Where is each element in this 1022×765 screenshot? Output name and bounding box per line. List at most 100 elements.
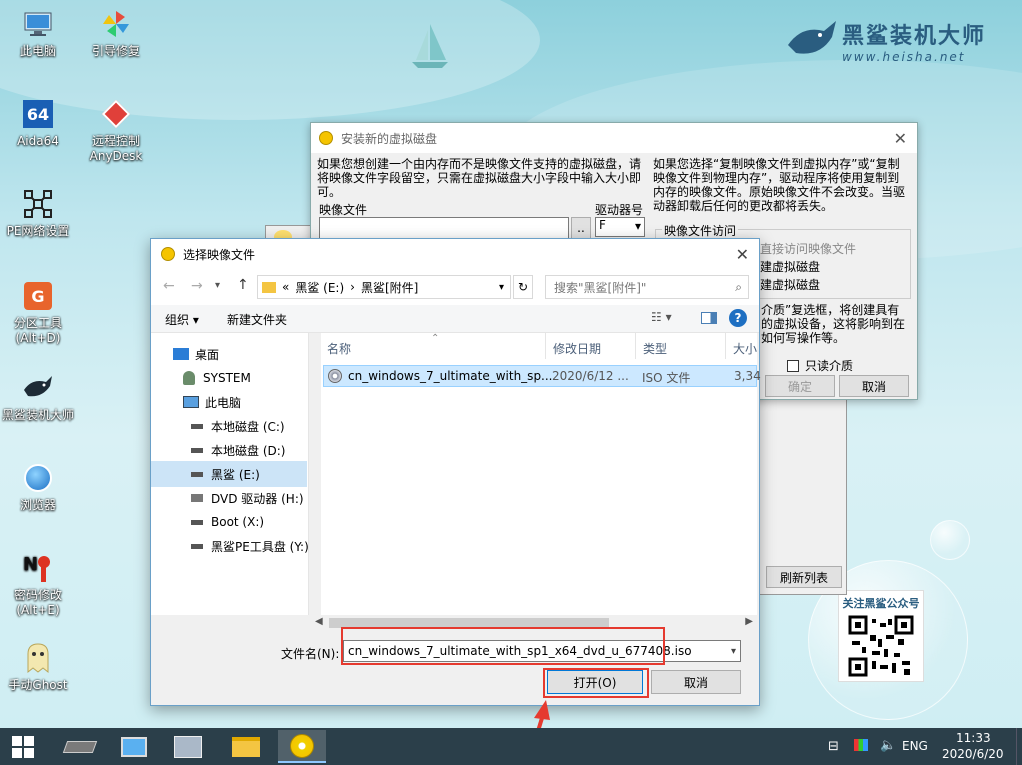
logo-title: 黑鲨装机大师 [841, 24, 986, 49]
chevron-down-icon[interactable]: ▾ [731, 646, 736, 657]
refresh-list-label: 刷新列表 [779, 570, 828, 585]
close-button[interactable]: ✕ [894, 129, 907, 148]
column-date[interactable]: 修改日期 [553, 340, 601, 357]
ok-button[interactable]: 确定 [765, 375, 835, 397]
browse-label: .. [577, 221, 585, 235]
desktop-icon-ghost[interactable]: 手动Ghost [0, 642, 76, 693]
nav-label: SYSTEM [203, 371, 251, 385]
breadcrumb[interactable]: « 黑鲨 (E:) › 黑鲨[附件] ▾ [257, 275, 511, 299]
desktop-icon-this-pc[interactable]: 此电脑 [0, 8, 76, 59]
scroll-left-icon[interactable]: ◀ [315, 616, 323, 627]
language-indicator[interactable]: ENG [902, 739, 928, 753]
desktop: 此电脑 引导修复 64 Aida64 远程控制 AnyDesk PE网络设置 G… [0, 0, 1022, 728]
browse-button[interactable]: .. [571, 217, 591, 239]
access-option-virtual[interactable]: 建虚拟磁盘 [760, 258, 820, 275]
access-option-physical[interactable]: 建虚拟磁盘 [760, 276, 820, 293]
view-options-icon[interactable]: ☷ ▾ [651, 310, 672, 324]
chevron-down-icon[interactable]: ▾ [499, 282, 504, 293]
search-input[interactable]: 搜索"黑鲨[附件]" ⌕ [545, 275, 749, 299]
table-row[interactable]: cn_windows_7_ultimate_with_sp... 2020/6/… [323, 365, 761, 387]
refresh-icon[interactable]: ↻ [513, 275, 533, 299]
desktop-icon-label: PE网络设置 [6, 224, 70, 238]
nav-item-boot-x[interactable]: Boot (X:) [191, 511, 264, 533]
close-icon[interactable]: ✕ [736, 245, 749, 264]
volume-icon[interactable]: 🔈 [880, 738, 896, 753]
cancel-button[interactable]: 取消 [839, 375, 909, 397]
readonly-checkbox[interactable]: 只读介质 [787, 357, 853, 374]
breadcrumb-overflow[interactable]: « [282, 280, 289, 294]
cancel-button[interactable]: 取消 [651, 670, 741, 694]
image-file-label: 映像文件 [319, 203, 368, 217]
preview-pane-icon[interactable] [701, 312, 717, 324]
access-option-direct[interactable]: 直接访问映像文件 [760, 240, 856, 257]
desktop-icon-anydesk[interactable]: 远程控制 AnyDesk [78, 98, 154, 164]
clock-date[interactable]: 2020/6/20 [942, 747, 1004, 761]
column-size[interactable]: 大小 [733, 340, 757, 357]
file-type: ISO 文件 [642, 371, 691, 385]
show-desktop-button[interactable] [1016, 728, 1022, 765]
qr-code-image [848, 615, 914, 677]
network-icon[interactable]: ⊟ [828, 739, 839, 754]
nav-item-drive-d[interactable]: 本地磁盘 (D:) [191, 439, 285, 461]
desktop-icon-boot-repair[interactable]: 引导修复 [78, 8, 154, 59]
clock-time[interactable]: 11:33 [956, 731, 991, 745]
taskbar-app-explorer[interactable] [222, 730, 270, 763]
column-type[interactable]: 类型 [643, 340, 667, 357]
refresh-list-button[interactable]: 刷新列表 [766, 566, 842, 588]
nav-item-drive-e[interactable]: 黑鲨 (E:) [191, 463, 260, 485]
monitor-icon [121, 736, 147, 757]
bubble-decoration [930, 520, 970, 560]
disk-icon [319, 131, 333, 145]
back-arrow-icon[interactable]: ← [163, 278, 175, 294]
nav-item-pe-y[interactable]: 黑鲨PE工具盘 (Y:) [191, 535, 309, 557]
taskbar-app-monitor[interactable] [110, 730, 158, 763]
color-icon[interactable] [854, 739, 868, 751]
drive-icon [191, 423, 203, 429]
desktop-icon-pe-network[interactable]: PE网络设置 [0, 188, 76, 239]
up-arrow-icon[interactable]: ↑ [237, 277, 249, 293]
search-icon: ⌕ [735, 279, 742, 294]
nav-item-this-pc[interactable]: 此电脑 [183, 391, 241, 413]
chevron-down-icon[interactable]: ▾ [215, 280, 220, 291]
media-help-text: 介质”复选框，将创建具有的虚拟设备，这将影响到在如何写操作等。 [761, 303, 906, 345]
desktop-icon-browser[interactable]: 浏览器 [0, 462, 76, 513]
drive-letter-select[interactable]: F ▾ [595, 217, 645, 237]
nav-item-dvd-h[interactable]: DVD 驱动器 (H:) [191, 487, 304, 509]
keyboard-icon [174, 735, 202, 758]
dialog-titlebar: 选择映像文件 ✕ [151, 239, 759, 269]
taskbar-app-keyboard[interactable] [164, 730, 212, 763]
select-image-file-dialog: 选择映像文件 ✕ ← → ▾ ↑ « 黑鲨 (E:) › 黑鲨[附件] ▾ ↻ … [150, 238, 761, 706]
nav-item-system[interactable]: SYSTEM [183, 367, 251, 389]
address-bar-row: ← → ▾ ↑ « 黑鲨 (E:) › 黑鲨[附件] ▾ ↻ 搜索"黑鲨[附件]… [151, 269, 759, 305]
taskbar-app-memory[interactable] [56, 730, 104, 763]
nav-label: 黑鲨 (E:) [211, 467, 260, 482]
search-placeholder: 搜索"黑鲨[附件]" [554, 280, 647, 295]
image-file-input[interactable] [319, 217, 569, 239]
desktop-icon-password[interactable]: N 密码修改 (Alt+E) [0, 552, 76, 618]
desktop-icon-label: 黑鲨装机大师 [1, 408, 74, 422]
ghost-icon [22, 642, 54, 674]
new-folder-button[interactable]: 新建文件夹 [227, 311, 287, 328]
breadcrumb-drive[interactable]: 黑鲨 (E:) [295, 279, 344, 296]
breadcrumb-folder[interactable]: 黑鲨[附件] [361, 279, 418, 296]
password-icon: N [22, 552, 54, 584]
column-name[interactable]: 名称 [327, 340, 351, 357]
start-button[interactable] [0, 730, 46, 763]
taskbar-app-imdisk[interactable] [278, 730, 326, 763]
file-list: 名称 ⌃ 修改日期 类型 大小 cn_windows_7_ultimate_wi… [321, 333, 761, 615]
desktop-icon-aida64[interactable]: 64 Aida64 [0, 98, 76, 149]
help-icon[interactable]: ? [729, 309, 747, 327]
desktop-icon-heisha[interactable]: 黑鲨装机大师 [0, 372, 76, 423]
folder-icon [232, 736, 260, 757]
desktop-icon-label: 浏览器 [19, 498, 56, 512]
organize-button[interactable]: 组织 ▾ [165, 311, 199, 328]
scroll-right-icon[interactable]: ▶ [745, 616, 753, 627]
desktop-icon-partition-tool[interactable]: G 分区工具 (Alt+D) [0, 280, 76, 346]
nav-item-desktop[interactable]: 桌面 [173, 343, 219, 365]
computer-icon [22, 8, 54, 40]
browser-icon [22, 462, 54, 494]
shark-logo-icon [787, 21, 836, 54]
forward-arrow-icon[interactable]: → [191, 278, 203, 294]
desktop-icon-label: 此电脑 [19, 44, 56, 58]
nav-item-drive-c[interactable]: 本地磁盘 (C:) [191, 415, 285, 437]
